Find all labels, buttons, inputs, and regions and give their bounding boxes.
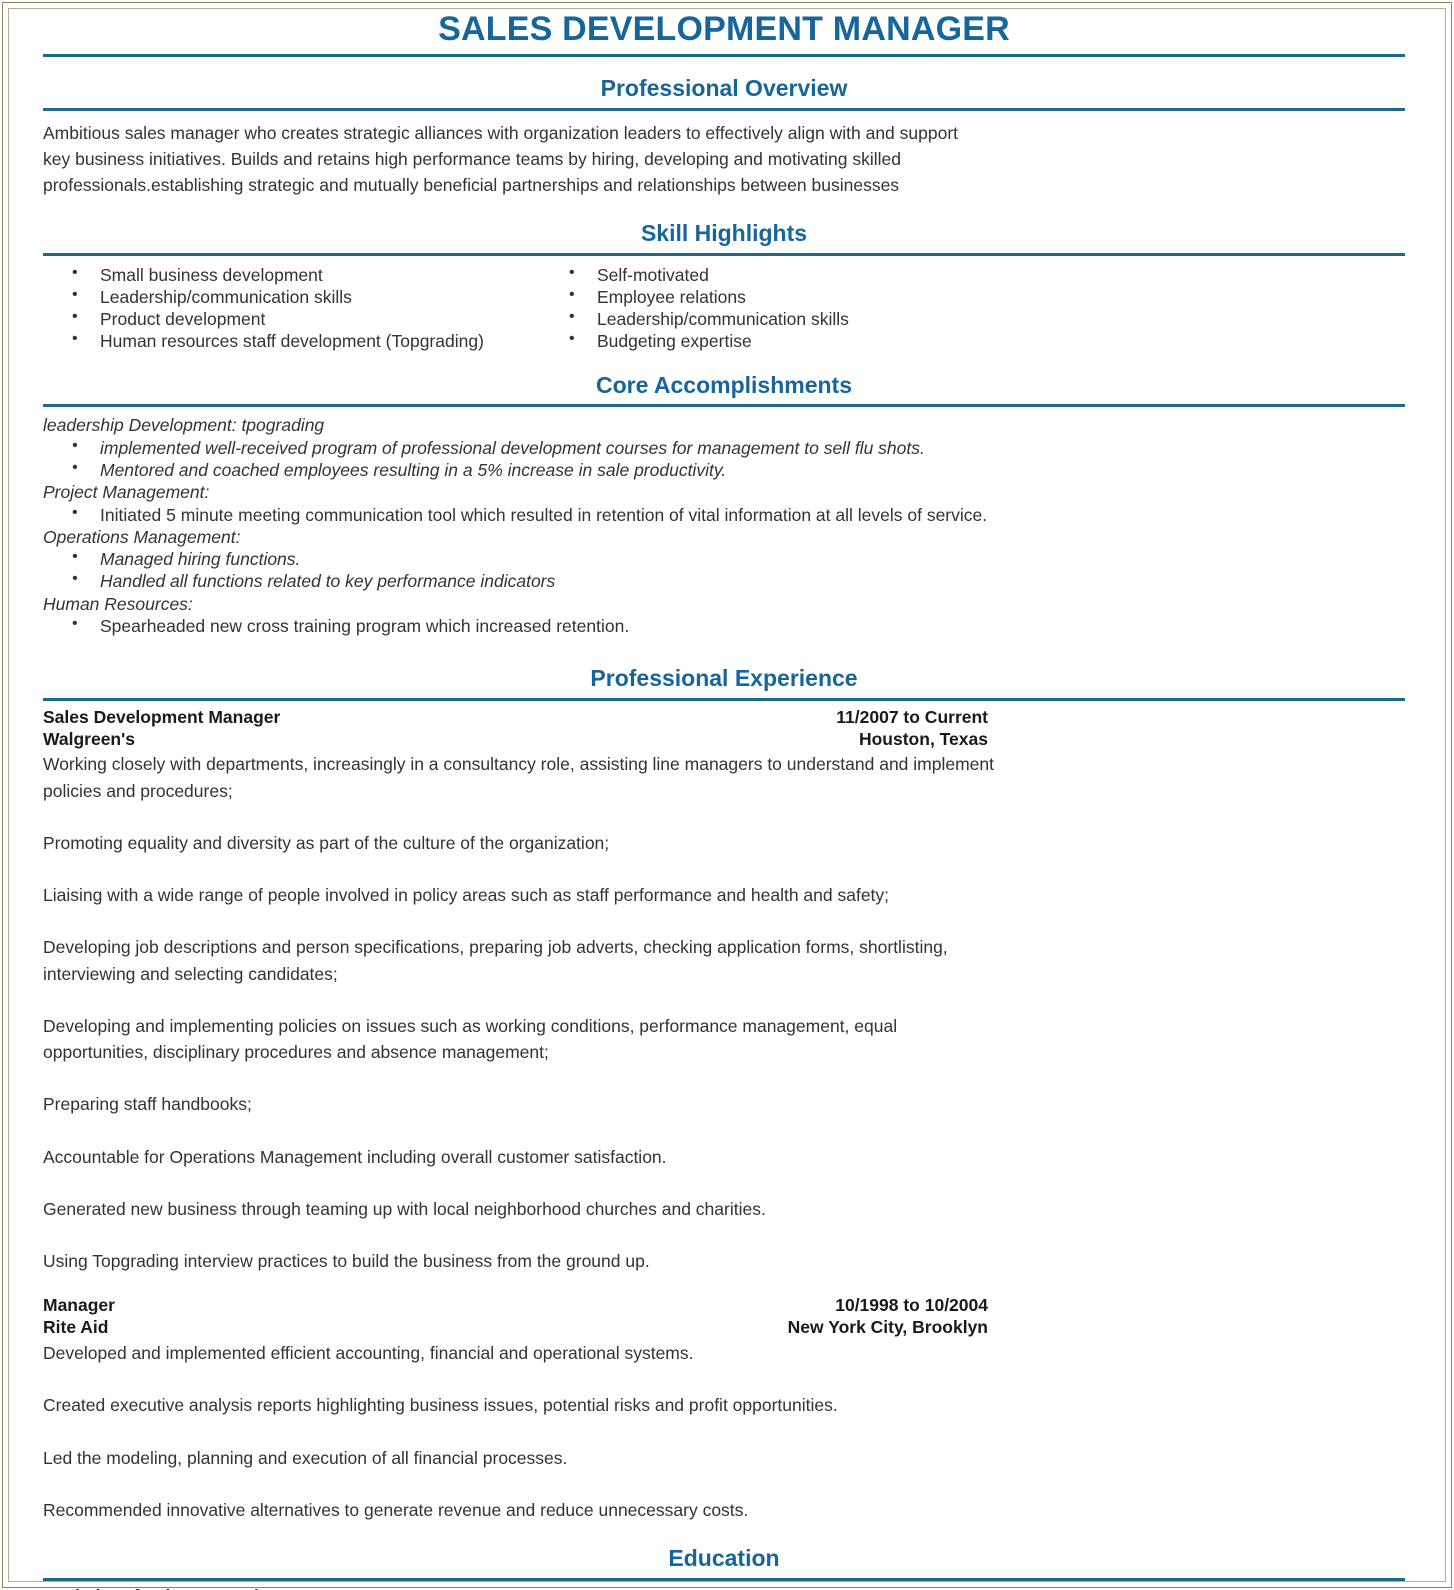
experience-company-row: Rite Aid New York City, Brooklyn bbox=[43, 1317, 988, 1339]
experience-paragraph: Liaising with a wide range of people inv… bbox=[43, 885, 890, 906]
skill-item: Leadership/communication skills bbox=[540, 307, 1100, 330]
experience-paragraph: Developed and implemented efficient acco… bbox=[43, 1343, 694, 1364]
accomplishment-item: Mentored and coached employees resulting… bbox=[43, 458, 1405, 481]
experience-body: Working closely with departments, increa… bbox=[43, 750, 1405, 1274]
accomplishment-list: Spearheaded new cross training program w… bbox=[43, 614, 1405, 637]
skills-column-right: Self-motivatedEmployee relationsLeadersh… bbox=[540, 263, 1100, 352]
degree-separator: : bbox=[210, 1586, 221, 1590]
degree-major: Business Management bbox=[221, 1586, 411, 1590]
accomplishment-item: Initiated 5 minute meeting communication… bbox=[43, 503, 1405, 526]
section-heading-education: Education bbox=[668, 1545, 780, 1572]
experience-paragraph: Generated new business through teaming u… bbox=[43, 1198, 766, 1219]
skill-item: Product development bbox=[43, 307, 540, 330]
experience-paragraph: Promoting equality and diversity as part… bbox=[43, 832, 610, 853]
skill-item: Human resources staff development (Topgr… bbox=[43, 329, 540, 352]
experience-paragraph: Working closely with departments, increa… bbox=[43, 754, 994, 801]
page-title: SALES DEVELOPMENT MANAGER bbox=[438, 10, 1010, 48]
experience-body: Developed and implemented efficient acco… bbox=[43, 1339, 1405, 1523]
section-heading-accomplishments: Core Accomplishments bbox=[595, 371, 853, 398]
skills-list-left: Small business developmentLeadership/com… bbox=[43, 263, 540, 352]
accomplishment-category-label: Project Management: bbox=[43, 482, 210, 503]
accomplishment-list: Managed hiring functions.Handled all fun… bbox=[43, 547, 1405, 592]
job-location: Houston, Texas bbox=[858, 728, 988, 749]
experience-paragraph: Preparing staff handbooks; bbox=[43, 1094, 252, 1115]
job-title: Manager bbox=[43, 1295, 115, 1316]
experience-paragraph: Using Topgrading interview practices to … bbox=[43, 1251, 650, 1272]
degree-line: Bachelor of Science: Business Management bbox=[43, 1586, 411, 1590]
experience-paragraph: Developing and implementing policies on … bbox=[43, 1015, 898, 1063]
resume-page: SALES DEVELOPMENT MANAGER Professional O… bbox=[0, 0, 1454, 1590]
education-year: 2014 bbox=[949, 1586, 988, 1590]
overview-text: Ambitious sales manager who creates stra… bbox=[43, 122, 959, 196]
education-degree-row: Bachelor of Science: Business Management… bbox=[43, 1586, 988, 1590]
experience-title-row: Sales Development Manager 11/2007 to Curr… bbox=[43, 707, 988, 729]
education-entry: Bachelor of Science: Business Management… bbox=[43, 1586, 1405, 1590]
accomplishments-section: leadership Development: tpogradingimplem… bbox=[43, 407, 1405, 637]
accomplishment-list: Initiated 5 minute meeting communication… bbox=[43, 503, 1405, 526]
education-section: Bachelor of Science: Business Management… bbox=[43, 1581, 1405, 1590]
skill-item: Small business development bbox=[43, 263, 540, 286]
section-heading-overview: Professional Overview bbox=[600, 75, 848, 102]
skill-item: Leadership/communication skills bbox=[43, 285, 540, 308]
experience-company-row: Walgreen's Houston, Texas bbox=[43, 729, 988, 751]
experience-paragraph: Created executive analysis reports highl… bbox=[43, 1395, 838, 1416]
accomplishment-item: Handled all functions related to key per… bbox=[43, 569, 1405, 592]
experience-entry: Sales Development Manager 11/2007 to Curr… bbox=[43, 707, 1405, 1275]
skills-column-left: Small business developmentLeadership/com… bbox=[43, 263, 540, 352]
experience-paragraph: Developing job descriptions and person s… bbox=[43, 937, 948, 984]
experience-section: Sales Development Manager 11/2007 to Curr… bbox=[43, 701, 1405, 1524]
experience-title-row: Manager 10/1998 to 10/2004 bbox=[43, 1295, 988, 1317]
accomplishment-list: implemented well-received program of pro… bbox=[43, 436, 1405, 481]
company-name: Walgreen's bbox=[43, 728, 136, 749]
experience-paragraph: Accountable for Operations Management in… bbox=[43, 1146, 667, 1167]
section-heading-experience: Professional Experience bbox=[590, 665, 858, 692]
section-heading-skills: Skill Highlights bbox=[640, 220, 808, 247]
degree-name: Bachelor of Science bbox=[43, 1586, 210, 1590]
experience-paragraph: Led the modeling, planning and execution… bbox=[43, 1447, 568, 1468]
accomplishment-category-label: Operations Management: bbox=[43, 526, 241, 547]
experience-entry-gap bbox=[43, 1274, 1405, 1295]
job-dates: 11/2007 to Current bbox=[836, 706, 988, 727]
experience-paragraph: Recommended innovative alternatives to g… bbox=[43, 1499, 749, 1520]
job-location: New York City, Brooklyn bbox=[787, 1317, 988, 1338]
skill-item: Budgeting expertise bbox=[540, 329, 1100, 352]
company-name: Rite Aid bbox=[43, 1317, 109, 1338]
overview-section: Ambitious sales manager who creates stra… bbox=[43, 111, 1405, 203]
skills-section: Small business developmentLeadership/com… bbox=[43, 256, 1405, 354]
skills-list-right: Self-motivatedEmployee relationsLeadersh… bbox=[540, 263, 1100, 352]
accomplishment-item: Managed hiring functions. bbox=[43, 547, 1405, 570]
accomplishment-item: Spearheaded new cross training program w… bbox=[43, 614, 1405, 637]
job-title: Sales Development Manager bbox=[43, 706, 281, 727]
accomplishment-category-label: leadership Development: tpograding bbox=[43, 415, 325, 436]
accomplishment-item: implemented well-received program of pro… bbox=[43, 436, 1405, 459]
resume-content: SALES DEVELOPMENT MANAGER Professional O… bbox=[43, 0, 1405, 1590]
experience-entry: Manager 10/1998 to 10/2004 Rite Aid New Yor… bbox=[43, 1295, 1405, 1523]
job-dates: 10/1998 to 10/2004 bbox=[835, 1295, 988, 1316]
skill-item: Employee relations bbox=[540, 285, 1100, 308]
skill-item: Self-motivated bbox=[540, 263, 1100, 286]
accomplishment-category-label: Human Resources: bbox=[43, 593, 193, 614]
